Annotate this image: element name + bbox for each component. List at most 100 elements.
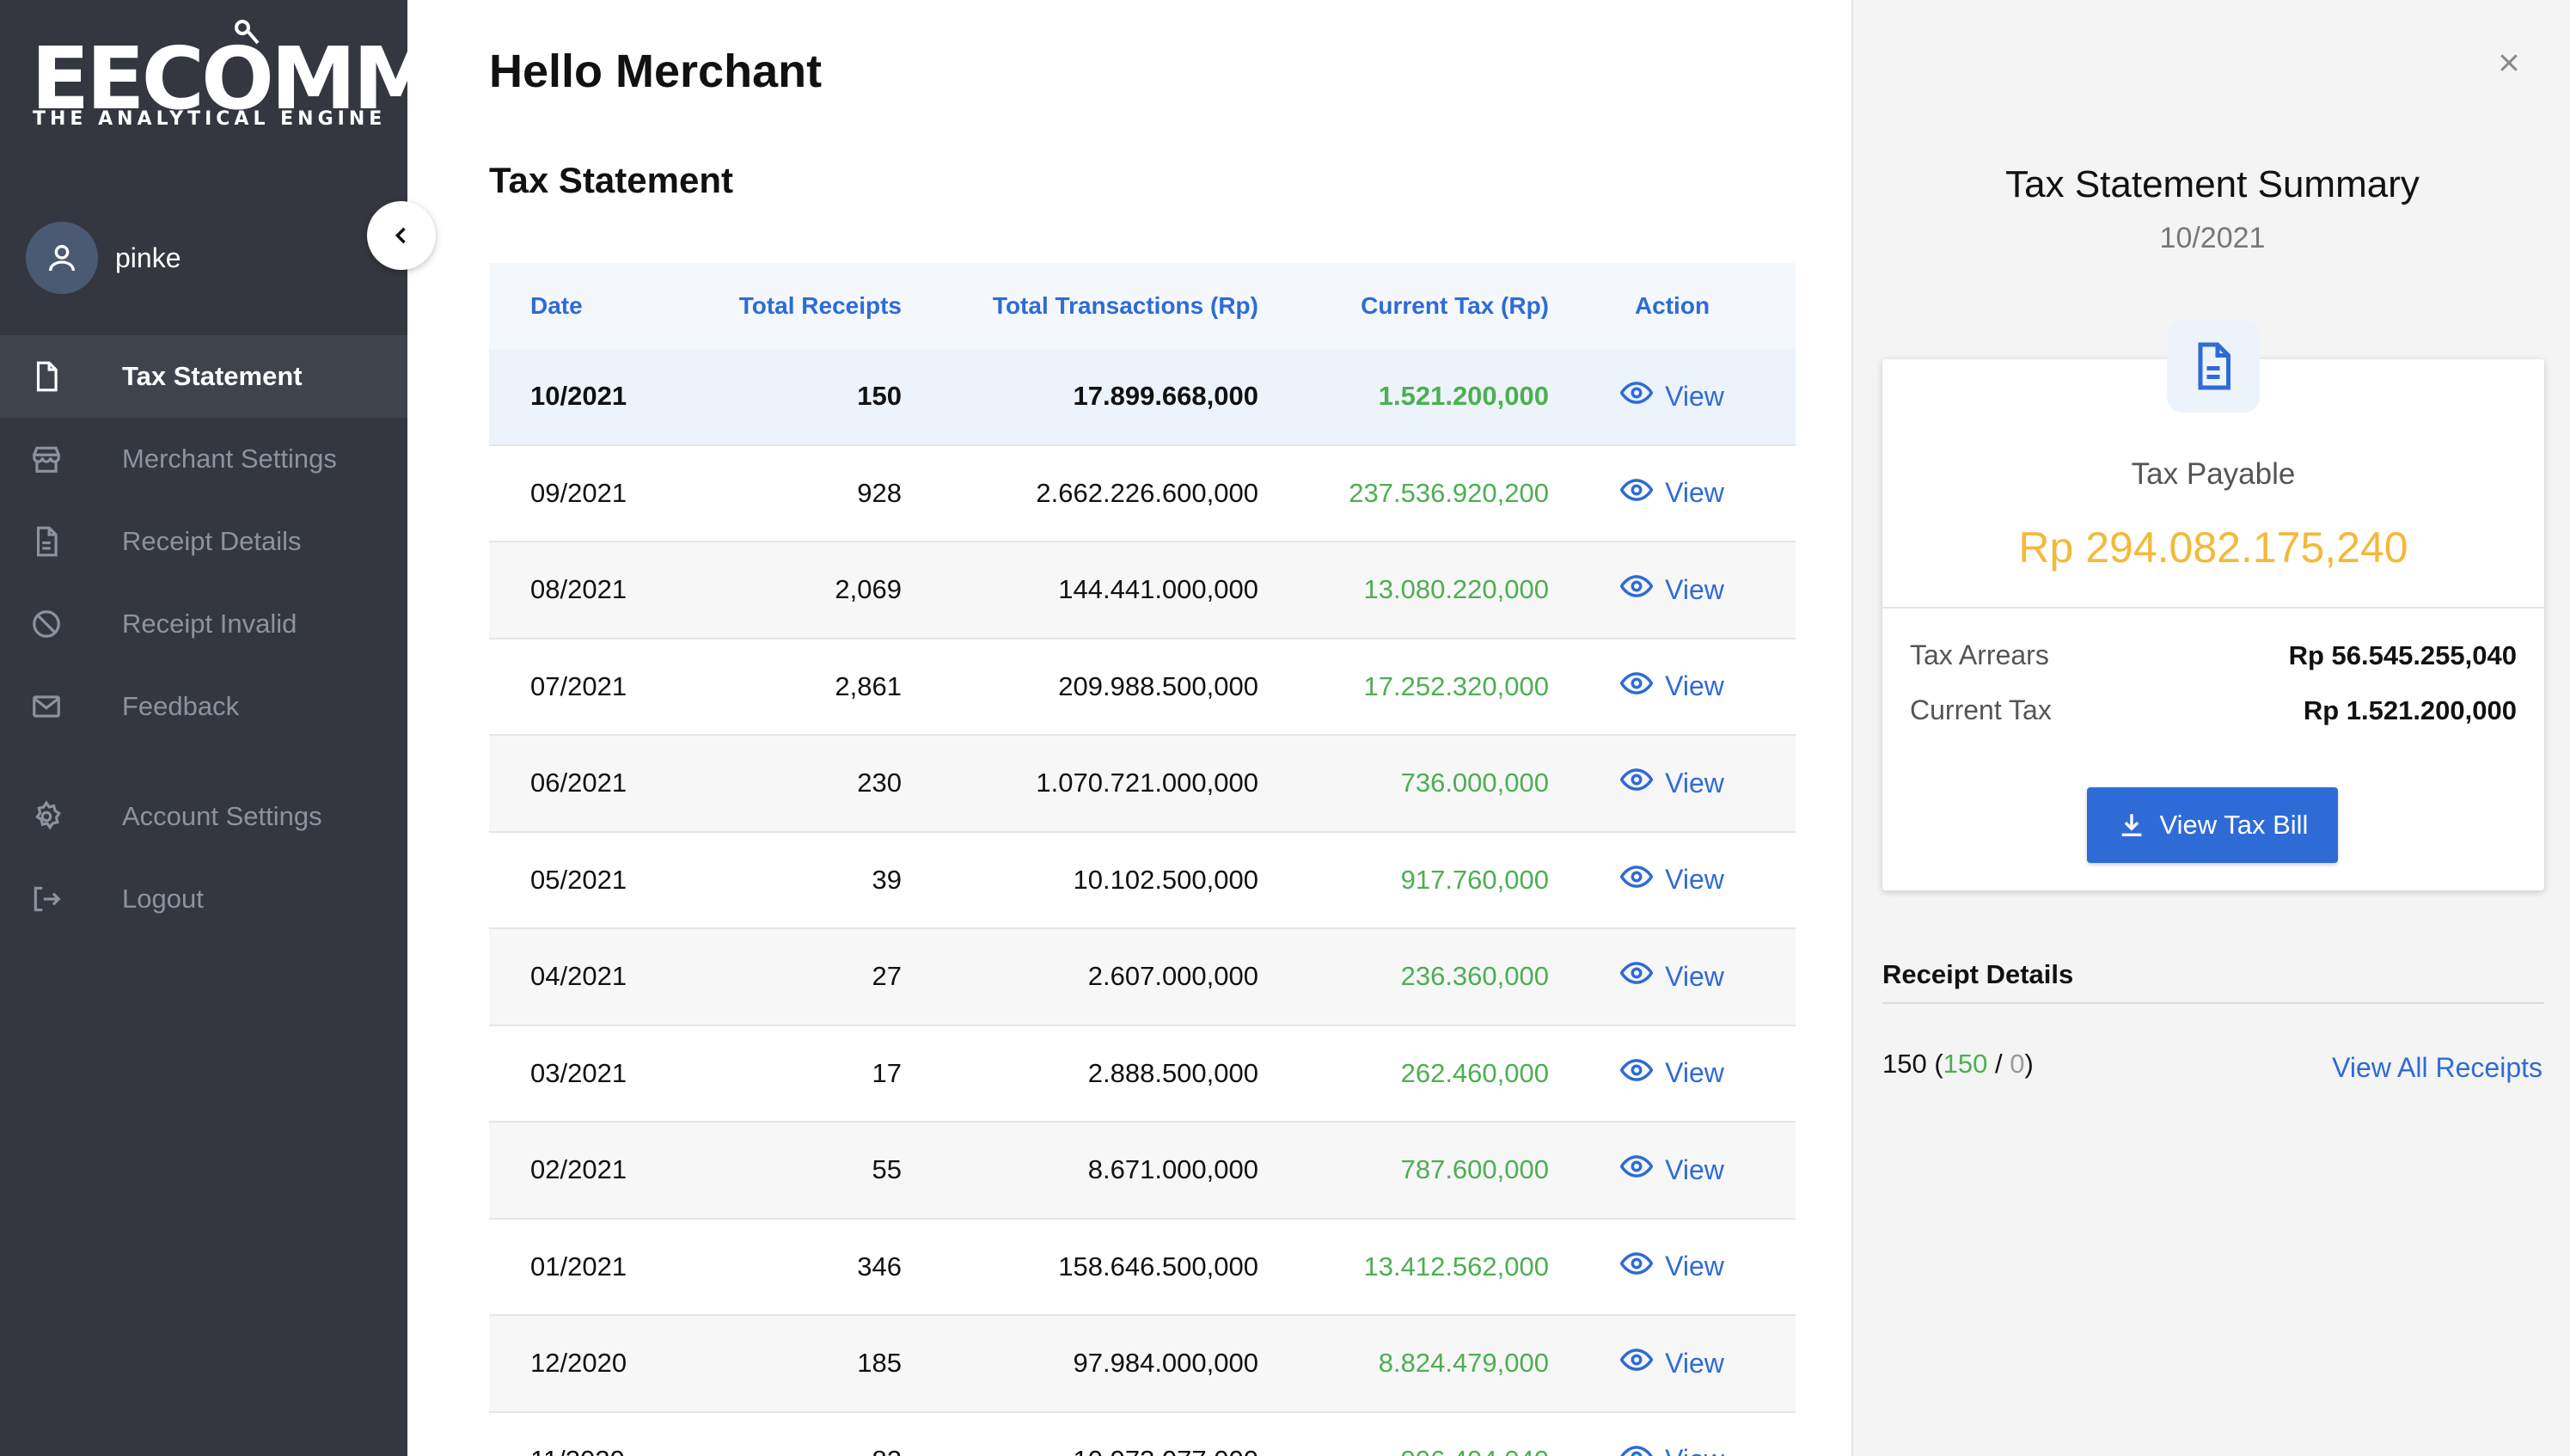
view-label: View bbox=[1665, 380, 1724, 412]
cell-action: View bbox=[1549, 860, 1796, 900]
logo-tagline: THE ANALYTICAL ENGINE bbox=[33, 108, 387, 130]
cell-total-transactions: 2.888.500,000 bbox=[1087, 1057, 1258, 1088]
view-row-button[interactable]: View bbox=[1619, 1054, 1724, 1093]
cell-total-receipts: 27 bbox=[872, 961, 902, 992]
tax-arrears-row: Tax Arrears Rp 56.545.255,040 bbox=[1910, 639, 2517, 671]
gear-icon bbox=[28, 798, 65, 835]
eye-icon bbox=[1619, 860, 1654, 900]
view-label: View bbox=[1665, 864, 1724, 896]
view-row-button[interactable]: View bbox=[1619, 1150, 1724, 1190]
current-tax-row: Current Tax Rp 1.521.200,000 bbox=[1910, 694, 2517, 726]
sidebar-item-label: Receipt Invalid bbox=[122, 609, 297, 639]
document-badge bbox=[2167, 320, 2260, 413]
cell-action: View bbox=[1549, 763, 1796, 803]
close-icon bbox=[2500, 54, 2518, 71]
cell-total-transactions: 10.102.500,000 bbox=[1073, 864, 1259, 895]
view-row-button[interactable]: View bbox=[1619, 376, 1724, 416]
column-header-total-receipts[interactable]: Total Receipts bbox=[695, 292, 902, 320]
tax-payable-card: Tax Payable Rp 294.082.175,240 Tax Arrea… bbox=[1882, 320, 2544, 890]
column-header-total-transactions[interactable]: Total Transactions (Rp) bbox=[902, 292, 1258, 320]
divider bbox=[1882, 1002, 2544, 1004]
cell-current-tax: 13.412.562,000 bbox=[1363, 1251, 1550, 1282]
cell-date: 12/2020 bbox=[530, 1348, 627, 1379]
column-header-date[interactable]: Date bbox=[489, 292, 695, 320]
cell-action: View bbox=[1549, 1054, 1796, 1093]
sidebar-nav: Tax Statement Merchant Settings Receipt … bbox=[0, 335, 407, 940]
cell-current-tax: 13.080.220,000 bbox=[1363, 574, 1550, 605]
view-row-button[interactable]: View bbox=[1619, 763, 1724, 803]
view-label: View bbox=[1665, 477, 1724, 509]
cell-total-transactions: 2.607.000,000 bbox=[1087, 961, 1258, 992]
eye-icon bbox=[1619, 1247, 1654, 1287]
close-panel-button[interactable] bbox=[2489, 43, 2529, 83]
cell-date: 07/2021 bbox=[530, 670, 627, 701]
view-tax-bill-button[interactable]: View Tax Bill bbox=[2087, 787, 2338, 863]
sidebar-collapse-button[interactable] bbox=[367, 201, 436, 270]
cell-total-transactions: 97.984.000,000 bbox=[1073, 1348, 1259, 1379]
view-row-button[interactable]: View bbox=[1619, 570, 1724, 609]
user-profile[interactable]: pinke bbox=[26, 222, 181, 294]
view-row-button[interactable]: View bbox=[1619, 1343, 1724, 1383]
eye-icon bbox=[1619, 763, 1654, 803]
user-name: pinke bbox=[115, 242, 181, 273]
cell-date: 05/2021 bbox=[530, 864, 627, 895]
table-row: 12/2020 185 97.984.000,000 8.824.479,000 Vie… bbox=[489, 1316, 1796, 1413]
sidebar-item-feedback[interactable]: Feedback bbox=[0, 665, 407, 748]
cell-total-receipts: 39 bbox=[872, 864, 902, 895]
cell-total-receipts: 17 bbox=[872, 1057, 902, 1088]
chevron-left-icon bbox=[395, 227, 406, 244]
view-row-button[interactable]: View bbox=[1620, 1441, 1724, 1456]
cell-total-transactions: 209.988.500,000 bbox=[1058, 670, 1258, 701]
view-row-button[interactable]: View bbox=[1619, 860, 1724, 900]
view-all-receipts-link[interactable]: View All Receipts bbox=[2332, 1052, 2542, 1084]
avatar bbox=[26, 222, 98, 294]
table-body: 10/2021 150 17.899.668,000 1.521.200,000 Vie… bbox=[489, 349, 1796, 1456]
cell-action: View bbox=[1549, 957, 1796, 996]
current-tax-value: Rp 1.521.200,000 bbox=[2303, 694, 2517, 725]
user-icon bbox=[49, 245, 75, 272]
cell-action: View bbox=[1549, 667, 1796, 707]
view-row-button[interactable]: View bbox=[1619, 474, 1724, 513]
table-row: 08/2021 2,069 144.441.000,000 13.080.220,00… bbox=[489, 542, 1796, 639]
cell-total-transactions: 17.899.668,000 bbox=[1073, 381, 1259, 412]
cell-action: View bbox=[1549, 570, 1796, 609]
receipt-valid-count: 150 bbox=[1943, 1049, 1988, 1079]
sidebar-item-receipt-invalid[interactable]: Receipt Invalid bbox=[0, 583, 407, 665]
cell-date: 06/2021 bbox=[530, 768, 627, 798]
sidebar-item-label: Account Settings bbox=[122, 801, 322, 831]
eye-icon bbox=[1619, 1150, 1654, 1190]
sidebar-item-logout[interactable]: Logout bbox=[0, 858, 407, 940]
sidebar-item-receipt-details[interactable]: Receipt Details bbox=[0, 500, 407, 583]
greeting-title: Hello Merchant bbox=[489, 46, 823, 97]
cell-current-tax: 262.460,000 bbox=[1400, 1057, 1549, 1088]
cell-total-receipts: 346 bbox=[857, 1251, 902, 1282]
sidebar-item-label: Feedback bbox=[122, 691, 240, 721]
cell-total-receipts: 928 bbox=[857, 477, 902, 508]
view-row-button[interactable]: View bbox=[1619, 957, 1724, 996]
cell-date: 10/2021 bbox=[530, 381, 627, 412]
cell-date: 09/2021 bbox=[530, 477, 627, 508]
table-row: 04/2021 27 2.607.000,000 236.360,000 View bbox=[489, 929, 1796, 1026]
cell-current-tax: 236.360,000 bbox=[1400, 961, 1549, 992]
view-row-button[interactable]: View bbox=[1619, 667, 1724, 707]
tax-payable-amount: Rp 294.082.175,240 bbox=[2018, 523, 2408, 572]
receipt-invalid-count: 0 bbox=[2010, 1049, 2025, 1079]
view-label: View bbox=[1665, 1251, 1724, 1282]
table-row: 07/2021 2,861 209.988.500,000 17.252.320,00… bbox=[489, 639, 1796, 736]
view-row-button[interactable]: View bbox=[1619, 1247, 1724, 1287]
sidebar-item-tax-statement[interactable]: Tax Statement bbox=[0, 335, 407, 418]
column-header-current-tax[interactable]: Current Tax (Rp) bbox=[1258, 292, 1549, 320]
sidebar-item-merchant-settings[interactable]: Merchant Settings bbox=[0, 418, 407, 500]
eye-icon bbox=[1619, 957, 1654, 996]
view-label: View bbox=[1665, 1347, 1724, 1379]
receipt-details-title: Receipt Details bbox=[1882, 959, 2074, 989]
sidebar-item-account-settings[interactable]: Account Settings bbox=[0, 775, 407, 858]
cell-total-transactions: 1.070.721.000,000 bbox=[1036, 768, 1258, 798]
column-header-action: Action bbox=[1634, 292, 1710, 319]
logout-icon bbox=[28, 880, 65, 918]
download-icon bbox=[2121, 814, 2141, 837]
document-icon bbox=[2198, 342, 2230, 390]
cell-current-tax: 17.252.320,000 bbox=[1363, 670, 1550, 701]
table-row: 09/2021 928 2.662.226.600,000 237.536.920,2… bbox=[489, 446, 1796, 542]
